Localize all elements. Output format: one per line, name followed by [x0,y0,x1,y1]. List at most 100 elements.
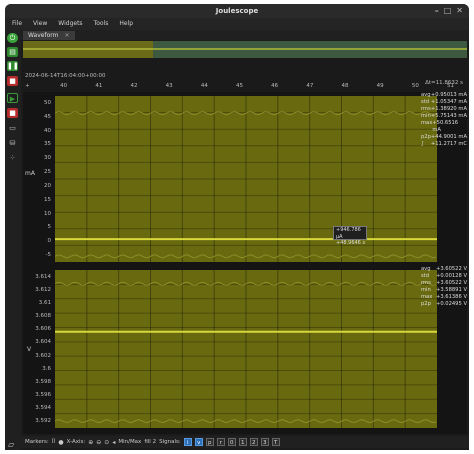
y-tick-label: 15 [44,196,51,203]
pause-button[interactable]: ❚❚ [7,61,19,71]
y-tick-label: 25 [44,169,51,176]
y-tick-label: -5 [45,252,51,259]
stat-row: avg +3.60522 V [421,266,467,272]
overview-trace [23,48,467,50]
widgets-button[interactable]: ⁘ [7,153,18,163]
signal-3-toggle[interactable]: 3 [260,438,269,446]
pan-left-icon[interactable]: ◂ [112,439,115,446]
zoom-all-icon[interactable]: ⊙ [104,439,109,446]
stat-row: avg +0.95013 mA [421,92,467,98]
voltage-stats: avg +3.60522 V std +0.00128 V rms +3.60522 … [421,266,467,308]
y-tick-label: 35 [44,141,51,148]
stat-row: std +0.00128 V [421,273,467,279]
zoom-in-icon[interactable]: ⊕ [88,439,93,446]
y-tick-label: 45 [44,113,51,120]
overview-strip[interactable] [23,41,467,58]
signal-t-toggle[interactable]: T [271,438,280,446]
timestamp-label: 2024-06-14T16:04:00+00:00 [25,73,106,79]
message-icon[interactable]: ▱ [8,440,18,450]
current-stats: avg +0.95013 mA std +1.05347 mA rms +1.3892… [421,92,467,148]
stat-row: max +50.6516 mA [421,120,459,133]
y-tick-label: 3.606 [35,326,51,333]
time-tick-label: 48 [341,83,349,89]
signal-1-toggle[interactable]: 1 [238,438,247,446]
time-tick-label: 50 [411,83,419,89]
menu-view[interactable]: View [33,18,47,30]
time-tick-label: 43 [165,83,173,89]
stop-icon: ■ [9,109,16,117]
y-tick-label: 3.592 [35,418,51,425]
stat-row: ∫ +11.2717 mC [421,141,467,147]
single-marker-icon[interactable]: ⌷ [52,438,56,446]
y-tick-label: 0 [47,238,52,245]
dual-marker-icon[interactable]: ● [58,439,63,446]
menu-tools[interactable]: Tools [94,18,109,30]
voltage-plot[interactable]: V 3.614 3.612 3.61 3.608 3.606 3.604 3.602 3.6 3… [23,266,467,434]
minimize-button[interactable]: – [435,6,439,16]
stat-row: rms +1.38920 mA [421,106,467,112]
memory-button[interactable]: ▭ [7,123,18,133]
y-tick-label: 40 [44,127,51,134]
y-tick-label: 20 [44,182,51,189]
record-button[interactable]: ■ [7,76,18,86]
fill-select[interactable]: fill 2 [144,439,156,445]
menu-file[interactable]: File [12,18,22,30]
y-tick-label: 3.61 [38,299,51,306]
y-tick-label: 3.6 [42,365,51,372]
y-tick-label: 50 [44,99,51,106]
memory-icon: ▭ [9,124,16,132]
widgets-icon: ⁘ [9,154,16,162]
y-tick-label: 3.614 [35,273,51,280]
y-tick-label: 3.612 [35,286,51,293]
y-tick-label: 5 [47,224,52,231]
time-ruler[interactable]: 2024-06-14T16:04:00+00:00 Δt=11.8632 s +… [23,58,467,92]
zoom-out-icon[interactable]: ⊖ [96,439,101,446]
signal-v-toggle[interactable]: v [194,438,203,446]
database-icon: ⛁ [9,139,16,147]
tab-close-icon[interactable]: ✕ [64,32,69,39]
markers-label: Markers: [25,439,49,445]
minmax-label[interactable]: Min/Max [118,439,141,445]
menu-help[interactable]: Help [119,18,133,30]
marker-time-value: +48.9646 s [336,240,366,246]
current-plot-area[interactable] [55,96,437,262]
multimeter-button[interactable]: ▤ [7,47,18,57]
y-tick-label: 3.598 [35,378,51,385]
y-tick-label: 3.604 [35,339,51,346]
device-connect-button[interactable]: ⏻ [7,33,18,43]
menu-widgets[interactable]: Widgets [58,18,82,30]
app-title: Joulescope [215,7,259,15]
signal-0-toggle[interactable]: 0 [227,438,236,446]
stat-row: rms +3.60522 V [421,280,467,286]
database-button[interactable]: ⛁ [7,138,18,148]
stat-row: min +3.58891 V [421,287,467,293]
y-tick-label: 10 [44,210,51,217]
menu-bar: File View Widgets Tools Help [5,18,469,30]
signal-r-toggle[interactable]: r [216,438,225,446]
play-button[interactable]: ▶ [7,93,18,103]
tab-label: Waveform [28,32,59,39]
tab-bar: Waveform ✕ [21,30,469,40]
signal-p-toggle[interactable]: p [205,438,214,446]
voltage-plot-area[interactable] [55,270,437,428]
time-tick-label: 51 [447,83,454,89]
current-plot[interactable]: mA 50 45 40 35 30 25 20 15 10 5 0 -5 avg +0.95013 mA… [23,92,467,266]
signal-2-toggle[interactable]: 2 [249,438,258,446]
close-window-button[interactable]: ✕ [456,6,463,16]
delta-time-label: Δt=11.8632 s [425,80,463,86]
pause-icon: ❚❚ [7,62,19,70]
time-tick-label: 40 [60,83,68,89]
stat-row: std +1.05347 mA [421,99,467,105]
tab-waveform[interactable]: Waveform ✕ [23,31,75,40]
record-icon: ■ [9,77,16,85]
y-tick-label: 3.608 [35,313,51,320]
time-tick-label: 42 [130,83,138,89]
y-tick-label: 30 [44,155,51,162]
signal-i-toggle[interactable]: i [183,438,192,446]
time-tick-label: 44 [200,83,208,89]
maximize-button[interactable]: □ [444,6,452,16]
marker-readout[interactable]: +946.786 μA +48.9646 s [333,226,367,246]
stat-row: p2p +44.9001 mA [421,134,467,140]
record-stats-button[interactable]: ■ [7,108,18,118]
bottom-toolbar: Markers: ⌷ ● X-Axis: ⊕ ⊖ ⊙ ◂ Min/Max fil… [21,436,469,448]
